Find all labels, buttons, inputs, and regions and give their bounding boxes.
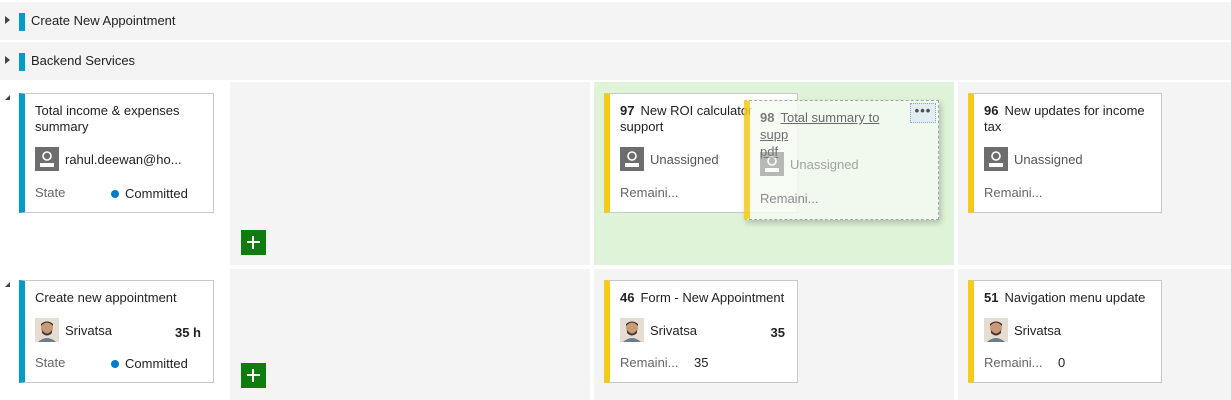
group-title: Create New Appointment: [31, 13, 176, 28]
swimlane-cell: [230, 82, 590, 265]
task-card[interactable]: 46 Form - New Appointment Srivatsa 35 Rem…: [604, 280, 798, 383]
collapse-arrow-icon[interactable]: [5, 95, 10, 100]
swimlane-cell: [230, 269, 590, 400]
assignee[interactable]: Unassigned: [620, 147, 719, 171]
group-row-backend-services[interactable]: Backend Services: [0, 42, 1231, 80]
card-title: 51 Navigation menu update: [984, 290, 1146, 305]
card-title: 46 Form - New Appointment: [620, 290, 785, 305]
hours-value: 35 h: [174, 325, 201, 340]
task-card[interactable]: 96 New updates for income tax Unassigned …: [968, 93, 1162, 213]
assignee[interactable]: rahul.deewan@ho...: [35, 147, 182, 171]
remaining-label: Remaini...: [984, 185, 1043, 200]
more-options-button[interactable]: •••: [910, 103, 936, 123]
add-task-button[interactable]: [241, 363, 266, 388]
add-task-button[interactable]: [241, 230, 266, 255]
assignee[interactable]: Srivatsa: [35, 318, 112, 342]
assignee[interactable]: Unassigned: [984, 147, 1083, 171]
user-avatar-icon: [984, 147, 1008, 171]
user-photo-avatar: [984, 318, 1008, 342]
card-title: Create new appointment: [35, 290, 177, 305]
task-card[interactable]: 51 Navigation menu update Srivatsa Remain…: [968, 280, 1162, 383]
user-photo-avatar: [35, 318, 59, 342]
remaining-label: Remaini...: [760, 191, 819, 206]
expand-arrow-icon[interactable]: [5, 56, 10, 64]
group-color-bar: [19, 53, 25, 71]
card-title: 96 New updates for income tax: [984, 103, 1145, 134]
user-avatar-icon: [35, 147, 59, 171]
user-avatar-icon: [760, 152, 784, 176]
remaining-label: Remaini...: [620, 185, 679, 200]
expand-arrow-icon[interactable]: [5, 16, 10, 24]
state-label: State: [35, 355, 66, 370]
parent-card[interactable]: Total income & expenses summary rahul.de…: [19, 93, 214, 213]
remaining-value[interactable]: 35: [694, 355, 708, 370]
assignee[interactable]: Unassigned: [760, 152, 859, 176]
group-title: Backend Services: [31, 53, 136, 68]
state-value[interactable]: Committed: [111, 356, 188, 371]
user-avatar-icon: [620, 147, 644, 171]
user-photo-avatar: [620, 318, 644, 342]
hours-value: 35: [770, 325, 785, 340]
group-row-create-new-appointment[interactable]: Create New Appointment: [0, 2, 1231, 40]
state-label: State: [35, 185, 66, 200]
assignee[interactable]: Srivatsa: [620, 318, 697, 342]
group-color-bar: [19, 13, 25, 31]
remaining-value[interactable]: 0: [1058, 355, 1065, 370]
dragging-task-card[interactable]: 98Total summary to supppdf ••• Unassigne…: [744, 100, 939, 220]
state-dot-icon: [111, 190, 119, 198]
state-dot-icon: [111, 360, 119, 368]
state-value[interactable]: Committed: [111, 186, 188, 201]
remaining-label: Remaini...: [984, 355, 1043, 370]
collapse-arrow-icon[interactable]: [5, 282, 10, 287]
remaining-label: Remaini...: [620, 355, 679, 370]
card-title: Total income & expenses summary: [35, 103, 180, 134]
assignee[interactable]: Srivatsa: [984, 318, 1061, 342]
parent-card[interactable]: Create new appointment Srivatsa 35 h Sta…: [19, 280, 214, 383]
